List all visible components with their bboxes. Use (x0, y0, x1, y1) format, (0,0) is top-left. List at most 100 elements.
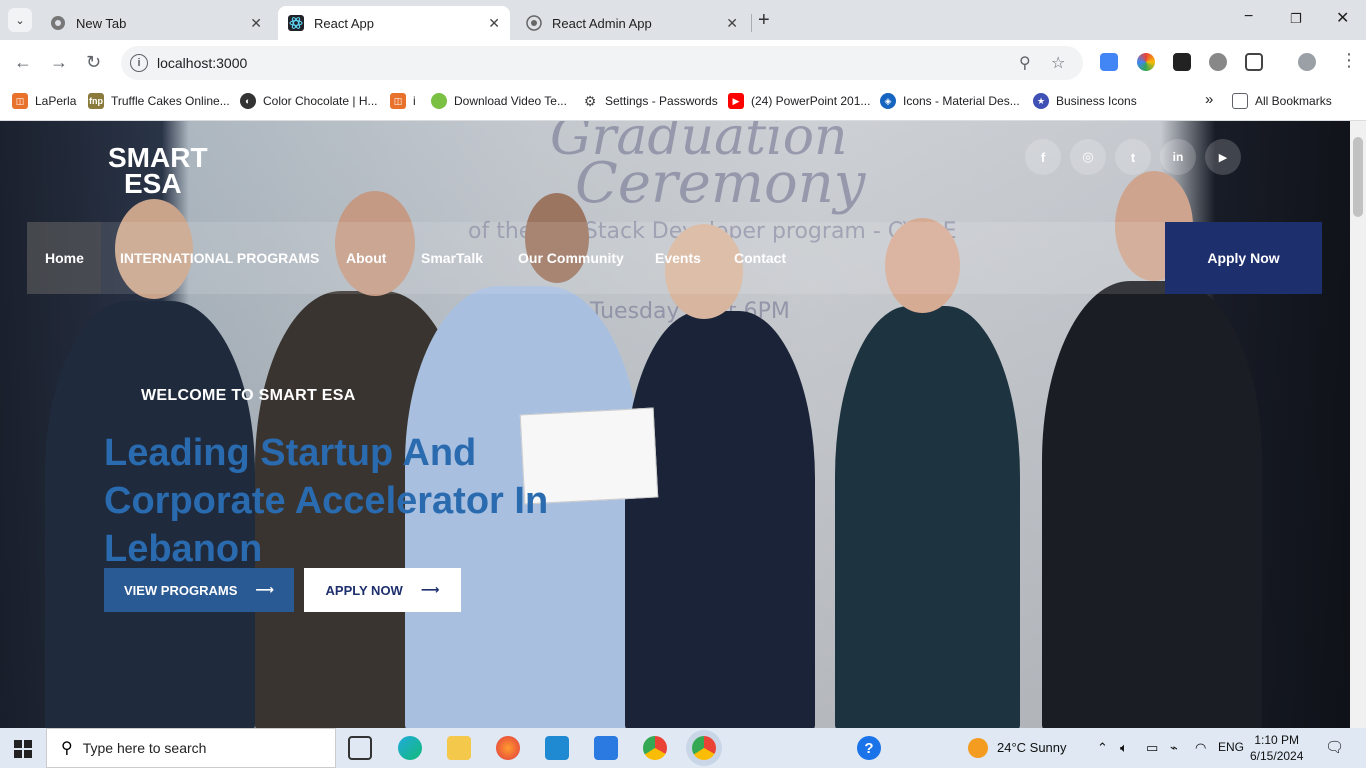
site-info-icon[interactable]: i (130, 54, 148, 72)
bookmark-item[interactable]: fnp Truffle Cakes Online... (88, 93, 230, 109)
translate-icon[interactable] (1100, 53, 1118, 71)
close-tab-icon[interactable]: ✕ (488, 15, 500, 32)
close-tab-icon[interactable]: ✕ (726, 15, 738, 32)
nav-about[interactable]: About (346, 250, 386, 266)
arrow-right-icon: ⟶ (420, 582, 440, 597)
nav-home[interactable]: Home (45, 250, 84, 266)
task-view-icon[interactable] (348, 736, 372, 760)
bookmark-item[interactable]: Download Video Te... (431, 93, 567, 109)
weather-sun-icon[interactable] (968, 738, 988, 758)
show-hidden-icons[interactable]: ⌃ (1097, 740, 1108, 756)
tab-title: React App (314, 15, 374, 31)
business-star-icon: ★ (1033, 93, 1049, 109)
nav-international-programs[interactable]: INTERNATIONAL PROGRAMS (120, 250, 319, 266)
all-bookmarks-label: All Bookmarks (1255, 94, 1332, 108)
bug-icon[interactable] (1209, 53, 1227, 71)
network-icon[interactable]: ⌁ (1170, 740, 1178, 756)
bookmark-item[interactable]: ◐ Color Chocolate | H... (240, 93, 378, 109)
scrollbar-thumb[interactable] (1353, 137, 1363, 217)
color-picker-icon[interactable] (1137, 53, 1155, 71)
restore-button[interactable]: ❐ (1290, 11, 1302, 27)
clock-time: 1:10 PM (1254, 733, 1300, 747)
tab-react-app[interactable]: React App ✕ (278, 6, 510, 40)
help-icon[interactable]: ? (857, 736, 881, 760)
mail-icon[interactable] (594, 736, 618, 760)
profile-avatar-icon[interactable] (1298, 53, 1316, 71)
apply-now-header-button[interactable]: Apply Now (1165, 222, 1322, 294)
site-logo[interactable]: SMART ESA (108, 144, 208, 198)
nav-events[interactable]: Events (655, 250, 701, 266)
nav-smartalk[interactable]: SmarTalk (421, 250, 483, 266)
edge-icon[interactable] (398, 736, 422, 760)
tab-title: New Tab (76, 15, 127, 31)
taskbar-search-placeholder: Type here to search (82, 740, 207, 756)
globe-icon (526, 15, 542, 31)
battery-icon[interactable]: ▭ (1146, 740, 1158, 756)
twitter-icon[interactable]: t (1115, 139, 1151, 175)
bookmark-label: Business Icons (1056, 94, 1137, 108)
vscode-icon[interactable] (545, 736, 569, 760)
windows-start-icon[interactable] (14, 740, 32, 763)
notifications-icon[interactable]: 🗨︎ (1325, 738, 1344, 756)
back-icon[interactable]: ← (14, 52, 32, 73)
chrome-active-taskbar-icon[interactable] (692, 736, 716, 760)
react-icon (288, 15, 304, 31)
apply-now-hero-button[interactable]: APPLY NOW ⟶ (304, 568, 461, 612)
view-programs-button[interactable]: VIEW PROGRAMS ⟶ (104, 568, 294, 612)
linkedin-icon[interactable]: in (1160, 139, 1196, 175)
close-window-button[interactable]: ✕ (1336, 8, 1349, 28)
taskbar-search-box[interactable]: ⚲ Type here to search (46, 728, 336, 768)
extension-x-icon[interactable] (1173, 53, 1191, 71)
facebook-icon[interactable]: f (1025, 139, 1061, 175)
menu-kebab-icon[interactable]: ⋮ (1340, 50, 1358, 71)
bookmark-label: (24) PowerPoint 201... (751, 94, 871, 108)
bookmark-item[interactable]: ★ Business Icons (1033, 93, 1137, 109)
reload-icon[interactable]: ↻ (86, 52, 101, 73)
bookmark-favicon-icon: ◐ (240, 93, 256, 109)
chrome-taskbar-icon[interactable] (643, 736, 667, 760)
bookmark-item[interactable]: ⚙ Settings - Passwords (582, 93, 718, 109)
bookmark-label: i (413, 94, 416, 108)
bookmark-label: LaPerla (35, 94, 77, 108)
firefox-icon[interactable] (496, 736, 520, 760)
nav-our-community[interactable]: Our Community (518, 250, 624, 266)
taskbar-clock[interactable]: 1:10 PM 6/15/2024 (1250, 732, 1303, 764)
minimize-button[interactable]: − (1244, 8, 1253, 26)
photo-person (835, 306, 1020, 728)
tab-new-tab[interactable]: New Tab ✕ (40, 6, 272, 40)
apply-now-label: APPLY NOW (325, 582, 403, 598)
nav-contact[interactable]: Contact (734, 250, 786, 266)
bookmark-favicon-icon (431, 93, 447, 109)
tab-react-admin-app[interactable]: React Admin App ✕ (516, 6, 748, 40)
zoom-icon[interactable]: ⚲ (1019, 53, 1031, 73)
forward-icon[interactable]: → (50, 52, 68, 73)
bookmark-item[interactable]: ◈ Icons - Material Des... (880, 93, 1020, 109)
language-indicator[interactable]: ENG (1218, 740, 1244, 754)
wifi-icon[interactable]: ◠ (1195, 740, 1206, 756)
view-programs-label: VIEW PROGRAMS (123, 582, 238, 598)
bookmark-star-icon[interactable]: ☆ (1051, 53, 1065, 73)
file-explorer-icon[interactable] (447, 736, 471, 760)
gear-icon: ⚙ (583, 92, 597, 109)
clock-date: 6/15/2024 (1250, 749, 1304, 763)
weather-text[interactable]: 24°C Sunny (997, 740, 1067, 755)
search-icon: ⚲ (61, 740, 73, 757)
volume-icon[interactable]: 🔈︎ (1120, 740, 1128, 756)
bookmark-item[interactable]: ◫ i (390, 93, 416, 109)
bookmark-item[interactable]: ◫ LaPerla (12, 93, 76, 109)
page-scrollbar[interactable] (1350, 121, 1366, 728)
extensions-puzzle-icon[interactable] (1245, 53, 1263, 71)
arrow-right-icon: ⟶ (255, 582, 275, 597)
new-tab-button[interactable]: + (758, 9, 770, 32)
address-bar[interactable]: i localhost:3000 ⚲ ☆ (121, 46, 1083, 80)
windows-taskbar: ⚲ Type here to search ? 24°C Sunny ⌃ 🔈︎ … (0, 728, 1366, 768)
instagram-icon[interactable]: ◎ (1070, 139, 1106, 175)
more-bookmarks-button[interactable]: » (1205, 91, 1213, 108)
url-text[interactable]: localhost:3000 (157, 55, 247, 71)
bookmark-item[interactable]: ▶ (24) PowerPoint 201... (728, 93, 870, 109)
close-tab-icon[interactable]: ✕ (250, 15, 262, 32)
youtube-icon[interactable]: ▶ (1205, 139, 1241, 175)
bookmark-label: Color Chocolate | H... (263, 94, 378, 108)
all-bookmarks-button[interactable]: All Bookmarks (1232, 93, 1332, 109)
tab-search-button[interactable]: ⌄ (8, 8, 32, 32)
